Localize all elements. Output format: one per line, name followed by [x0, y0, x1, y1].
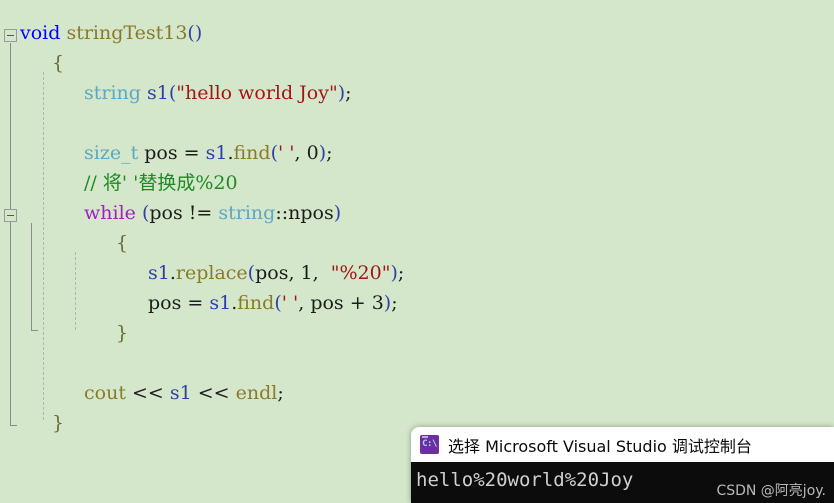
code-token: replace: [175, 262, 248, 284]
code-line[interactable]: while (pos != string::npos): [0, 198, 834, 228]
code-token: cout: [84, 382, 126, 404]
code-token: pos =: [138, 142, 206, 164]
code-token: , pos +: [298, 292, 372, 314]
code-token: "%20": [330, 262, 391, 284]
code-token: pos,: [255, 262, 301, 284]
code-token: // 将' '替换成%20: [84, 172, 238, 194]
code-token: 3: [371, 292, 384, 314]
console-window-title: 选择 Microsoft Visual Studio 调试控制台: [448, 436, 752, 456]
code-line[interactable]: pos = s1.find(' ', pos + 3);: [0, 288, 834, 318]
console-titlebar[interactable]: C:\ 选择 Microsoft Visual Studio 调试控制台: [411, 427, 834, 462]
code-line[interactable]: void stringTest13(): [0, 18, 834, 48]
code-token: }: [52, 412, 65, 434]
code-token: string: [218, 202, 276, 224]
code-token: s1: [169, 382, 192, 404]
code-line[interactable]: [0, 108, 834, 138]
code-token: (: [270, 142, 278, 164]
csdn-watermark: CSDN @阿亮joy.: [716, 483, 826, 499]
code-token: }: [116, 322, 129, 344]
code-line[interactable]: {: [0, 48, 834, 78]
code-token: ;: [397, 262, 405, 284]
code-token: endl: [235, 382, 278, 404]
code-line[interactable]: cout << s1 << endl;: [0, 378, 834, 408]
code-token: (: [247, 262, 256, 284]
console-output-area[interactable]: hello%20world%20Joy CSDN @阿亮joy.: [411, 462, 834, 503]
code-token: s1: [147, 82, 169, 104]
code-token: ,: [294, 142, 307, 164]
code-token: void: [20, 22, 61, 44]
code-token: ;: [277, 382, 284, 404]
code-line[interactable]: size_t pos = s1.find(' ', 0);: [0, 138, 834, 168]
code-token: ' ': [278, 142, 295, 164]
code-token: {: [116, 232, 129, 254]
code-token: s1: [209, 292, 232, 314]
code-token: string: [84, 82, 141, 104]
code-token: pos =: [148, 292, 210, 314]
code-lines-container[interactable]: void stringTest13(){string s1("hello wor…: [0, 18, 834, 438]
code-token: (): [187, 22, 203, 44]
code-token: s1: [148, 262, 170, 284]
code-token: ,: [312, 262, 331, 284]
code-token: (: [274, 292, 282, 314]
code-token: ::npos: [275, 202, 334, 224]
code-token: 1: [300, 262, 313, 284]
code-token: find: [233, 142, 271, 164]
code-token: ): [318, 142, 327, 164]
code-token: stringTest13: [66, 22, 188, 44]
console-output-text: hello%20world%20Joy: [416, 469, 634, 491]
code-line[interactable]: string s1("hello world Joy");: [0, 78, 834, 108]
code-token: ): [333, 202, 342, 224]
code-token: <<: [191, 382, 236, 404]
code-token: while: [84, 202, 136, 224]
code-token: find: [237, 292, 275, 314]
code-token: "hello world Joy": [176, 82, 338, 104]
console-window[interactable]: C:\ 选择 Microsoft Visual Studio 调试控制台 hel…: [411, 427, 834, 503]
code-line[interactable]: [0, 348, 834, 378]
cmd-console-icon: C:\: [420, 435, 439, 454]
code-token: ;: [391, 292, 398, 314]
cmd-console-icon-glyph: C:\: [422, 439, 437, 449]
code-token: {: [52, 52, 65, 74]
code-token: ;: [345, 82, 352, 104]
code-line[interactable]: s1.replace(pos, 1, "%20");: [0, 258, 834, 288]
code-line[interactable]: // 将' '替换成%20: [0, 168, 834, 198]
code-line[interactable]: {: [0, 228, 834, 258]
code-token: ' ': [281, 292, 299, 314]
code-token: ;: [326, 142, 333, 164]
code-token: pos !=: [149, 202, 219, 224]
code-token: s1: [205, 142, 228, 164]
code-token: 0: [306, 142, 319, 164]
code-token: <<: [125, 382, 170, 404]
code-token: size_t: [84, 142, 139, 164]
code-token: ): [390, 262, 398, 284]
code-line[interactable]: }: [0, 318, 834, 348]
